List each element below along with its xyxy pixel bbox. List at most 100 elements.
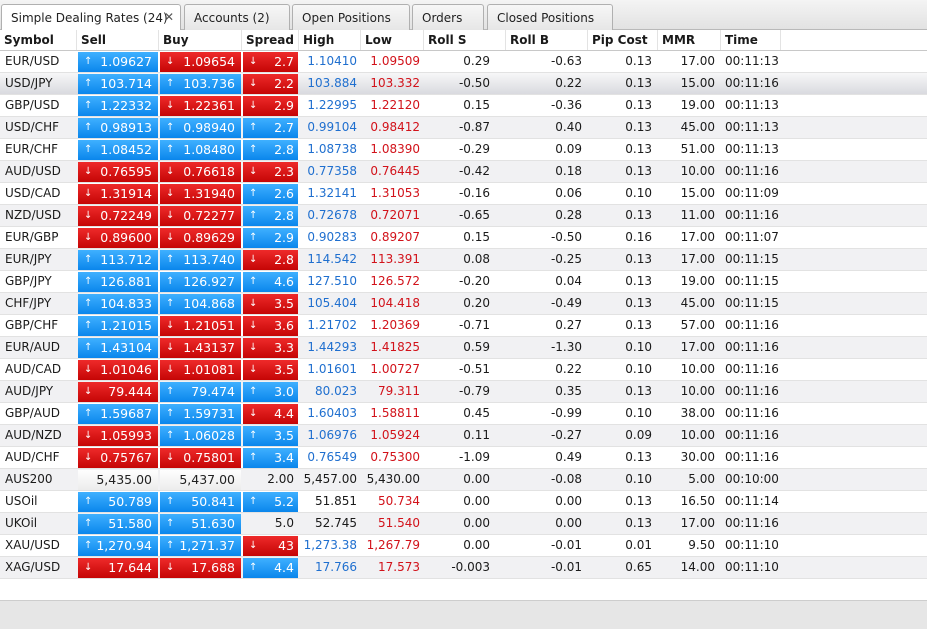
tab-open-positions[interactable]: Open Positions [292, 4, 410, 30]
column-header-high[interactable]: High [299, 30, 361, 50]
sell-price-button[interactable]: ↑ 104.833 [78, 294, 158, 314]
sell-price-button[interactable]: ↑ 1.59687 [78, 404, 158, 424]
sell-price-button[interactable]: ↑ 103.714 [78, 74, 158, 94]
column-header-roll-b[interactable]: Roll B [506, 30, 588, 50]
buy-price-button[interactable]: ↓ 1.21051 [160, 316, 241, 336]
low-cell: 1.41825 [370, 340, 420, 354]
sell-price-button[interactable]: ↑ 50.789 [78, 492, 158, 512]
column-header-low[interactable]: Low [361, 30, 424, 50]
buy-price-button[interactable]: ↑ 1.59731 [160, 404, 241, 424]
sell-price-button[interactable]: ↓ 79.444 [78, 382, 158, 402]
table-row[interactable]: EUR/CHF ↑ 1.08452 ↑ 1.08480 ↑ 2.8 1.08738 1.0839… [0, 139, 927, 161]
table-row[interactable]: XAG/USD ↓ 17.644 ↓ 17.688 ↑ 4.4 17.766 17.573 -0.… [0, 557, 927, 579]
buy-price-button[interactable]: ↓ 0.75801 [160, 448, 241, 468]
buy-price-button[interactable]: ↓ 0.72277 [160, 206, 241, 226]
sell-price-button[interactable]: ↑ 1.21015 [78, 316, 158, 336]
table-row[interactable]: EUR/JPY ↑ 113.712 ↑ 113.740 ↓ 2.8 114.542 113.39… [0, 249, 927, 271]
sell-price-button[interactable]: ↓ 17.644 [78, 558, 158, 578]
arrow-down-icon: ↓ [84, 386, 93, 397]
table-row[interactable]: AUS200 5,435.00 5,437.00 2.00 5,457.00 5,430.… [0, 469, 927, 491]
table-row[interactable]: AUD/CAD ↓ 1.01046 ↓ 1.01081 ↓ 3.5 1.01601 1.0072… [0, 359, 927, 381]
column-header-buy[interactable]: Buy [159, 30, 242, 50]
column-header-mmr[interactable]: MMR [658, 30, 721, 50]
high-cell: 1.22995 [307, 98, 357, 112]
table-row[interactable]: GBP/USD ↑ 1.22332 ↓ 1.22361 ↓ 2.9 1.22995 1.2212… [0, 95, 927, 117]
buy-price-button[interactable]: ↑ 51.630 [160, 514, 241, 534]
buy-price-button[interactable]: ↓ 1.09654 [160, 52, 241, 72]
column-header-symbol[interactable]: Symbol [0, 30, 77, 50]
table-row[interactable]: CHF/JPY ↑ 104.833 ↑ 104.868 ↓ 3.5 105.404 104.41… [0, 293, 927, 315]
tab-accounts[interactable]: Accounts (2) [184, 4, 290, 30]
table-row[interactable]: GBP/AUD ↑ 1.59687 ↑ 1.59731 ↓ 4.4 1.60403 1.5881… [0, 403, 927, 425]
table-row[interactable]: USD/CAD ↓ 1.31914 ↓ 1.31940 ↑ 2.6 1.32141 1.3105… [0, 183, 927, 205]
table-row[interactable]: AUD/USD ↓ 0.76595 ↓ 0.76618 ↓ 2.3 0.77358 0.7644… [0, 161, 927, 183]
sell-price-button[interactable]: ↓ 1.05993 [78, 426, 158, 446]
table-row[interactable]: AUD/NZD ↓ 1.05993 ↑ 1.06028 ↑ 3.5 1.06976 1.0592… [0, 425, 927, 447]
buy-price-button[interactable]: ↓ 1.22361 [160, 96, 241, 116]
sell-price-button[interactable]: ↑ 0.98913 [78, 118, 158, 138]
table-row[interactable]: NZD/USD ↓ 0.72249 ↓ 0.72277 ↑ 2.8 0.72678 0.7207… [0, 205, 927, 227]
spread-value: 4.4 [274, 560, 294, 575]
column-header-spread[interactable]: Spread [242, 30, 299, 50]
sell-price-button[interactable]: ↓ 1.31914 [78, 184, 158, 204]
sell-price-button[interactable]: ↑ 1.09627 [78, 52, 158, 72]
sell-price-button[interactable]: ↓ 1.01046 [78, 360, 158, 380]
buy-price-button[interactable]: 5,437.00 [160, 470, 241, 490]
column-header-sell[interactable]: Sell [77, 30, 159, 50]
table-row[interactable]: USD/JPY ↑ 103.714 ↑ 103.736 ↓ 2.2 103.884 103.33… [0, 73, 927, 95]
buy-price-button[interactable]: ↓ 1.43137 [160, 338, 241, 358]
arrow-down-icon: ↓ [249, 78, 258, 89]
table-row[interactable]: GBP/JPY ↑ 126.881 ↑ 126.927 ↑ 4.6 127.510 126.57… [0, 271, 927, 293]
table-row[interactable]: EUR/USD ↑ 1.09627 ↓ 1.09654 ↓ 2.7 1.10410 1.0950… [0, 51, 927, 73]
buy-price-button[interactable]: ↑ 0.98940 [160, 118, 241, 138]
column-header-time[interactable]: Time [721, 30, 781, 50]
buy-price-button[interactable]: ↓ 0.89629 [160, 228, 241, 248]
table-row[interactable]: EUR/AUD ↑ 1.43104 ↓ 1.43137 ↓ 3.3 1.44293 1.4182… [0, 337, 927, 359]
buy-price-button[interactable]: ↑ 113.740 [160, 250, 241, 270]
buy-price-button[interactable]: ↑ 103.736 [160, 74, 241, 94]
table-row[interactable]: AUD/JPY ↓ 79.444 ↑ 79.474 ↑ 3.0 80.023 79.311 -0.… [0, 381, 927, 403]
tab-simple-dealing-rates[interactable]: Simple Dealing Rates (24) ✕ [1, 4, 181, 31]
buy-price-button[interactable]: ↑ 79.474 [160, 382, 241, 402]
sell-price-button[interactable]: ↓ 0.89600 [78, 228, 158, 248]
table-row[interactable]: EUR/GBP ↓ 0.89600 ↓ 0.89629 ↑ 2.9 0.90283 0.8920… [0, 227, 927, 249]
buy-price-button[interactable]: ↑ 50.841 [160, 492, 241, 512]
buy-price-button[interactable]: ↑ 1.08480 [160, 140, 241, 160]
sell-price-button[interactable]: ↑ 126.881 [78, 272, 158, 292]
buy-price-value: 1.59731 [183, 406, 235, 421]
buy-price-button[interactable]: ↑ 1.06028 [160, 426, 241, 446]
buy-price-button[interactable]: ↑ 1,271.37 [160, 536, 241, 556]
arrow-down-icon: ↓ [84, 452, 93, 463]
table-row[interactable]: AUD/CHF ↓ 0.75767 ↓ 0.75801 ↑ 3.4 0.76549 0.7530… [0, 447, 927, 469]
sell-price-button[interactable]: ↓ 0.75767 [78, 448, 158, 468]
tab-closed-positions[interactable]: Closed Positions [487, 4, 613, 30]
buy-price-value: 79.474 [191, 384, 235, 399]
buy-price-value: 17.688 [191, 560, 235, 575]
column-header-roll-s[interactable]: Roll S [424, 30, 506, 50]
sell-price-button[interactable]: ↑ 1.22332 [78, 96, 158, 116]
sell-price-button[interactable]: ↓ 0.72249 [78, 206, 158, 226]
buy-price-button[interactable]: ↓ 0.76618 [160, 162, 241, 182]
sell-price-button[interactable]: ↑ 1.08452 [78, 140, 158, 160]
buy-price-button[interactable]: ↓ 17.688 [160, 558, 241, 578]
roll-b-cell: 0.09 [555, 142, 582, 156]
sell-price-button[interactable]: 5,435.00 [78, 470, 158, 490]
buy-price-button[interactable]: ↓ 1.31940 [160, 184, 241, 204]
buy-price-button[interactable]: ↑ 104.868 [160, 294, 241, 314]
table-row[interactable]: UKOil ↑ 51.580 ↑ 51.630 5.0 52.745 51.540 0.00 0.… [0, 513, 927, 535]
buy-price-button[interactable]: ↓ 1.01081 [160, 360, 241, 380]
spread-value: 3.6 [274, 318, 294, 333]
sell-price-button[interactable]: ↑ 1,270.94 [78, 536, 158, 556]
sell-price-button[interactable]: ↑ 113.712 [78, 250, 158, 270]
sell-price-button[interactable]: ↓ 0.76595 [78, 162, 158, 182]
buy-price-button[interactable]: ↑ 126.927 [160, 272, 241, 292]
table-row[interactable]: GBP/CHF ↑ 1.21015 ↓ 1.21051 ↓ 3.6 1.21702 1.2036… [0, 315, 927, 337]
table-row[interactable]: USOil ↑ 50.789 ↑ 50.841 ↑ 5.2 51.851 50.734 0.00 0… [0, 491, 927, 513]
column-header-pip-cost[interactable]: Pip Cost [588, 30, 658, 50]
close-icon[interactable]: ✕ [164, 10, 174, 24]
tab-orders[interactable]: Orders [412, 4, 484, 30]
sell-price-button[interactable]: ↑ 51.580 [78, 514, 158, 534]
table-row[interactable]: USD/CHF ↑ 0.98913 ↑ 0.98940 ↑ 2.7 0.99104 0.9841… [0, 117, 927, 139]
sell-price-button[interactable]: ↑ 1.43104 [78, 338, 158, 358]
table-row[interactable]: XAU/USD ↑ 1,270.94 ↑ 1,271.37 ↓ 43 1,273.38 1,26… [0, 535, 927, 557]
